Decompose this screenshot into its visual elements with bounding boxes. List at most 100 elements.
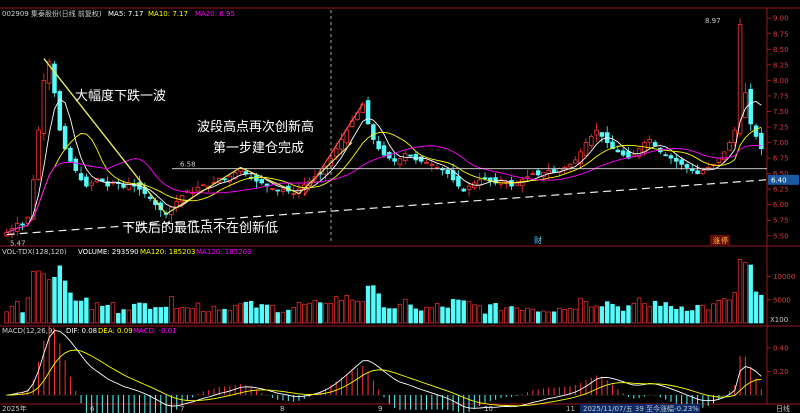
volume-bar xyxy=(291,307,296,324)
volume-bar xyxy=(525,307,530,324)
macd-dif: DIF: 0.08 xyxy=(66,327,97,335)
volume-bar xyxy=(349,299,355,324)
volume-bar xyxy=(387,308,392,324)
volume-bar xyxy=(753,291,759,324)
stock-name: 002909 集泰股份(日线 前复权) xyxy=(2,9,102,18)
candle-down xyxy=(243,171,249,175)
price-tick-label: 8.00 xyxy=(773,77,789,85)
candle-down xyxy=(413,154,419,161)
volume-bar xyxy=(84,297,89,324)
candle-up xyxy=(201,184,206,187)
candle-down xyxy=(445,169,451,175)
candle-up xyxy=(647,139,652,143)
volume-bar xyxy=(179,307,185,324)
volume-bar xyxy=(222,308,227,324)
candle-down xyxy=(392,158,397,162)
volume-bar xyxy=(519,309,525,324)
candle-down xyxy=(84,176,89,187)
volume-bar xyxy=(663,302,668,324)
candle-up xyxy=(89,182,94,186)
volume-bar xyxy=(318,302,323,324)
macd-tick-label: 0.20 xyxy=(773,368,789,376)
annotation-first-step: 第一步建仓完成 xyxy=(213,141,304,156)
volume-bar xyxy=(52,276,57,324)
ma10-label: MA10: 7.17 xyxy=(148,10,188,18)
volume-bar xyxy=(339,300,344,324)
volume-bar xyxy=(583,301,589,324)
volume-bar xyxy=(57,265,63,324)
volume-bar xyxy=(31,271,36,324)
volume-bar xyxy=(259,304,264,324)
volume-bar xyxy=(195,302,201,324)
candle-up xyxy=(36,129,41,180)
volume-bar xyxy=(668,306,674,324)
volume-bar xyxy=(206,311,211,324)
current-price-label: 6.40 xyxy=(771,176,787,184)
volume-bar xyxy=(73,300,78,324)
price-tick-label: 5.75 xyxy=(773,217,789,225)
candle-up xyxy=(41,79,47,134)
candle-down xyxy=(254,175,259,182)
volume-bar xyxy=(94,302,100,324)
volume-bar xyxy=(408,304,413,324)
volume-bar xyxy=(652,300,658,324)
volume-bar xyxy=(302,303,307,324)
volume-bar xyxy=(254,307,259,324)
financial-report-mark: 财 xyxy=(534,235,542,245)
volume-bar xyxy=(743,262,748,324)
candle-up xyxy=(700,170,706,175)
candle-up xyxy=(339,139,344,150)
volume-bar xyxy=(344,295,350,324)
volume-bar xyxy=(15,300,20,324)
volume-bar xyxy=(626,305,631,324)
low-price-label: 5.47 xyxy=(10,240,26,248)
volume-bar xyxy=(605,301,610,324)
candle-down xyxy=(615,149,621,153)
candle-up xyxy=(15,222,20,232)
volume-header: VOL-TDX(128,120) VOLUME: 293590 MA120: 1… xyxy=(2,248,252,256)
volume-bar xyxy=(153,307,158,324)
volume-bar xyxy=(748,264,753,324)
vol-ma120-a: MA120: 185203 xyxy=(140,248,196,256)
volume-bar xyxy=(280,311,286,324)
ma5-label: MA5: 7.17 xyxy=(108,10,143,18)
candle-down xyxy=(408,154,413,157)
vol-value: VOLUME: 293590 xyxy=(78,248,139,256)
volume-bar xyxy=(333,296,339,324)
candle-down xyxy=(371,124,376,140)
candle-down xyxy=(668,155,674,159)
volume-bar xyxy=(674,308,679,324)
volume-bar xyxy=(615,306,621,324)
volume-bar xyxy=(78,300,84,324)
candle-up xyxy=(573,159,578,164)
candle-down xyxy=(753,125,759,137)
candle-down xyxy=(376,141,381,150)
candle-down xyxy=(689,168,695,171)
volume-bar xyxy=(392,308,397,324)
candle-down xyxy=(461,188,466,192)
volume-bar xyxy=(355,300,360,324)
volume-bar xyxy=(658,305,663,324)
volume-bar xyxy=(737,258,743,324)
macd-value: MACD: -0.01 xyxy=(133,327,177,335)
volume-bar xyxy=(100,305,105,324)
volume-bar xyxy=(695,305,700,324)
candle-up xyxy=(567,163,573,168)
volume-bar xyxy=(594,305,599,324)
candle-down xyxy=(551,169,557,173)
candle-up xyxy=(514,182,520,186)
price-tick-label: 7.75 xyxy=(773,92,789,100)
volume-bar xyxy=(174,308,179,324)
x-axis-year: 2025年 xyxy=(2,404,27,413)
volume-bar xyxy=(434,303,440,324)
candle-up xyxy=(530,173,536,176)
candle-up xyxy=(589,135,594,147)
price-tick-label: 8.25 xyxy=(773,61,789,69)
x-axis-month-9: 9 xyxy=(378,405,382,413)
macd-dea: DEA: 0.09 xyxy=(98,327,133,335)
volume-bar xyxy=(62,280,68,324)
volume-bar xyxy=(248,300,254,324)
macd-indicator-name: MACD(12,26,9) xyxy=(2,327,55,335)
volume-bar xyxy=(610,303,615,324)
candle-down xyxy=(57,91,63,131)
